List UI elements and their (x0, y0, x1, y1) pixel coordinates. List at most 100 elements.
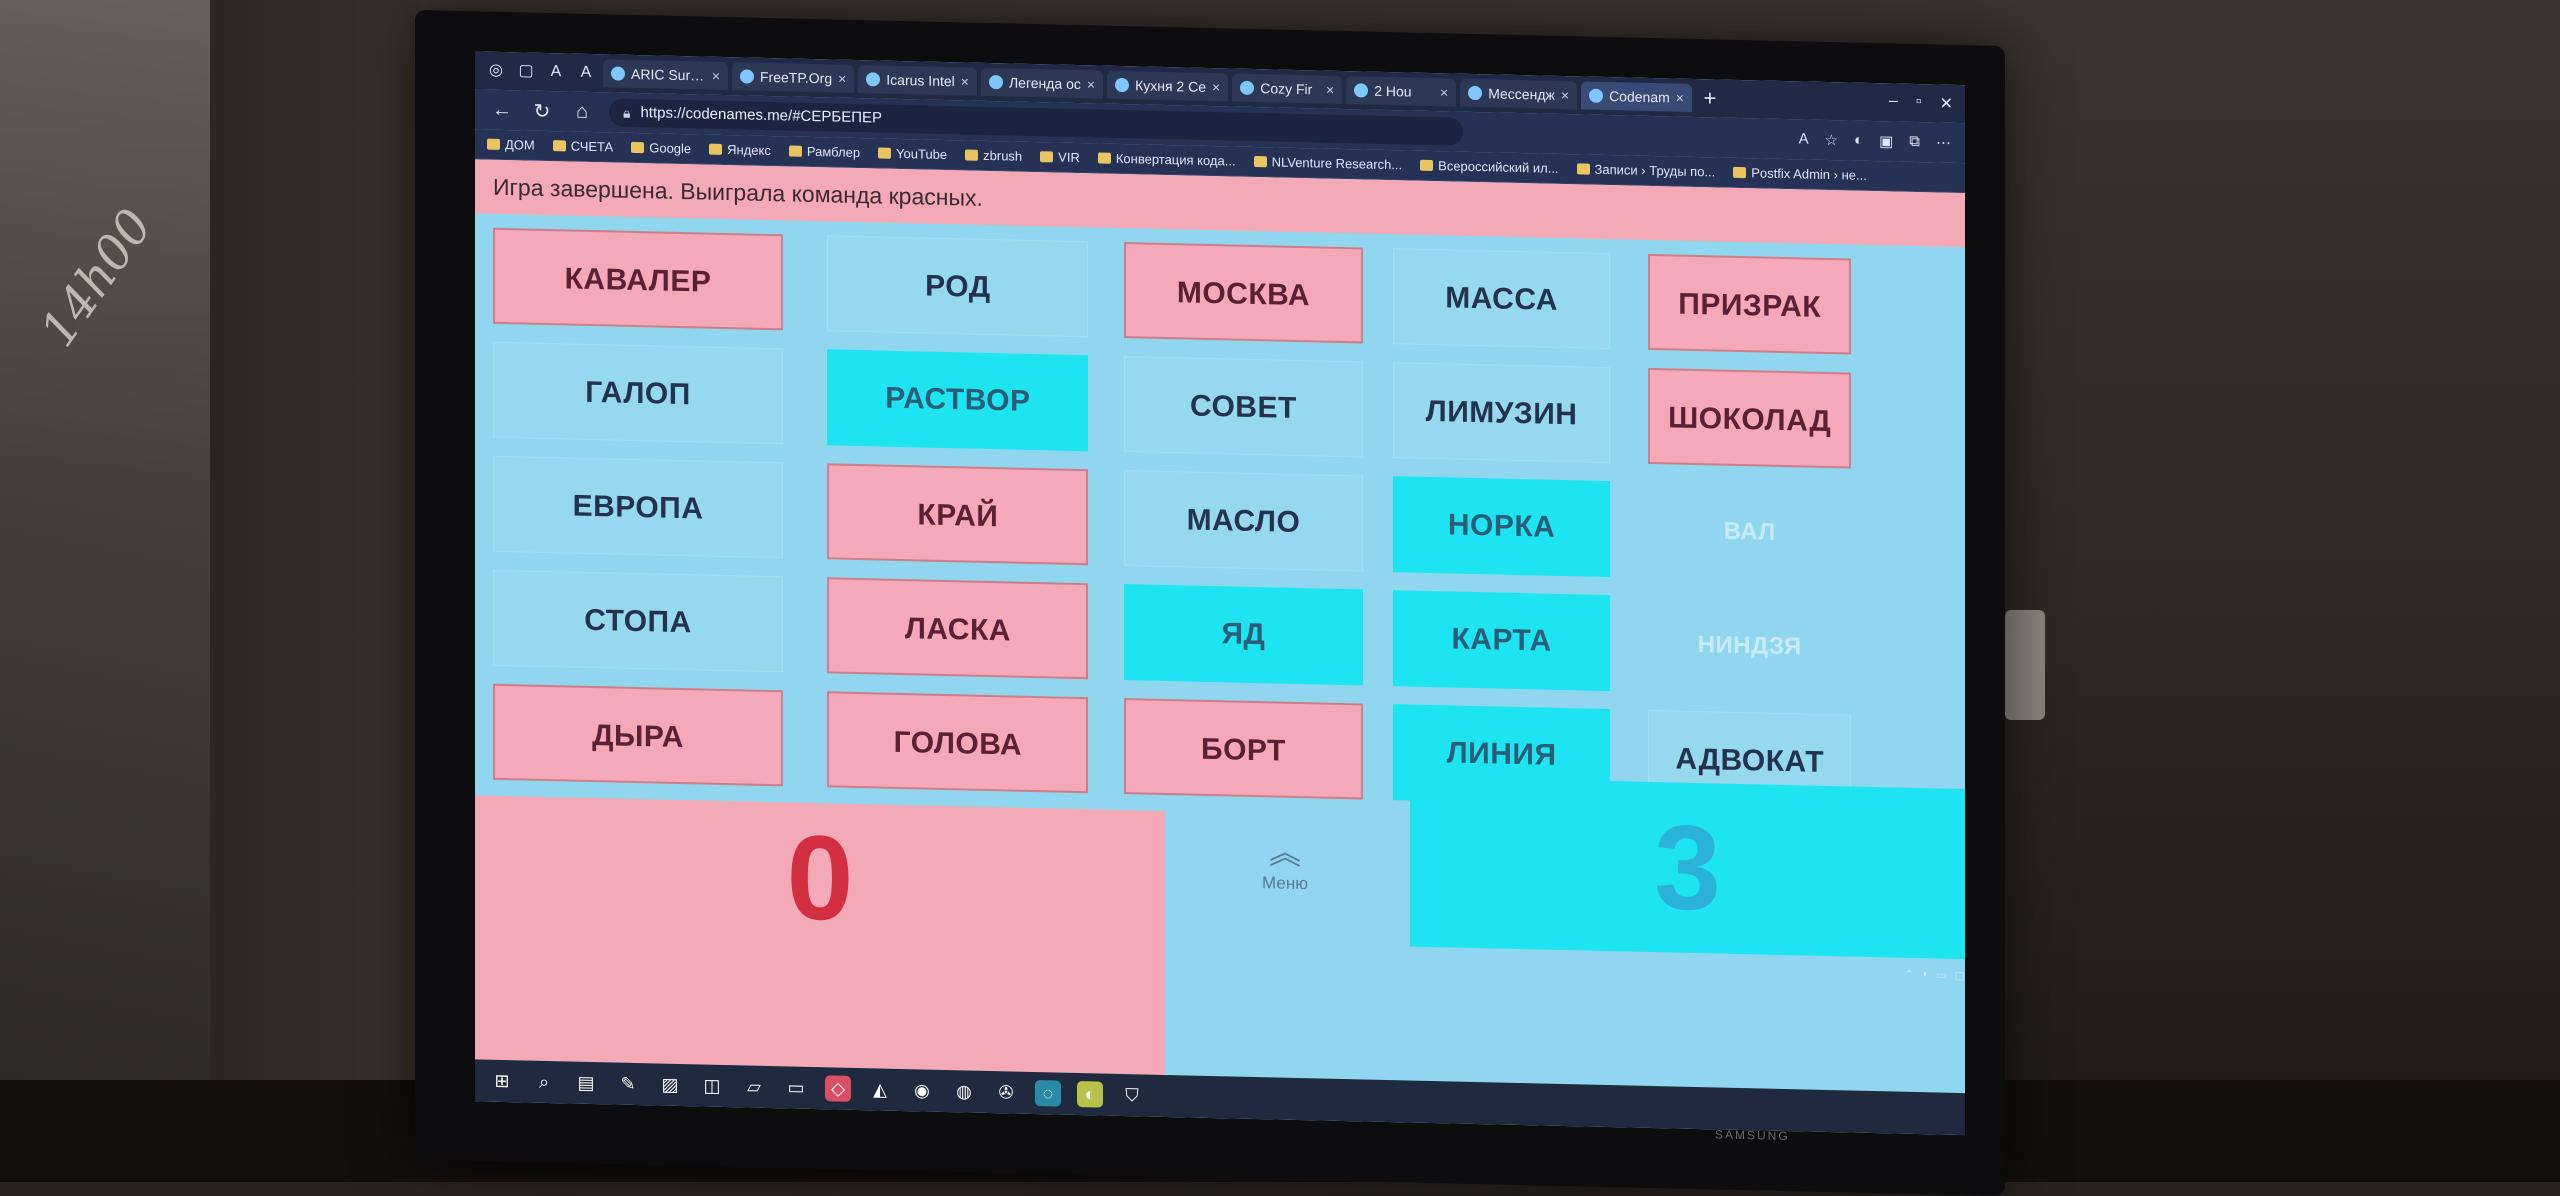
bookmark-item[interactable]: Всероссийский ил... (1420, 158, 1559, 176)
tab-close-icon[interactable]: × (838, 65, 846, 93)
app-icon-2[interactable]: ◫ (699, 1072, 725, 1099)
bookmark-item[interactable]: YouTube (878, 145, 947, 162)
tab-close-icon[interactable]: × (1326, 76, 1334, 104)
word-card[interactable]: ШОКОЛАД (1648, 367, 1852, 469)
browser-tab[interactable]: ARIC Surviv × (603, 59, 728, 91)
new-tab-button[interactable]: + (1696, 85, 1724, 112)
bookmark-item[interactable]: Рамблер (788, 143, 860, 160)
bookmark-folder-icon (552, 140, 566, 152)
browser-tab[interactable]: Icarus Intel × (858, 65, 977, 96)
word-card[interactable]: ГОЛОВА (827, 691, 1089, 794)
word-card[interactable]: БОРТ (1123, 698, 1364, 800)
browser-taskbar-icon[interactable]: ◉ (909, 1077, 935, 1104)
word-card[interactable]: ЕВРОПА (493, 455, 783, 559)
bookmark-item[interactable]: zbrush (965, 147, 1022, 164)
extension-icon[interactable]: ◐ (1854, 132, 1863, 150)
bookmark-item[interactable]: Яндекс (709, 142, 771, 158)
word-card[interactable]: КАВАЛЕР (493, 227, 783, 331)
tray-arrow-icon[interactable]: ⌃ (1904, 967, 1913, 980)
word-card[interactable]: МАССА (1392, 248, 1611, 350)
bookmark-item[interactable]: VIR (1040, 149, 1080, 165)
app-icon-4[interactable]: ◍ (951, 1078, 977, 1105)
bookmark-item[interactable]: NLVenture Research... (1253, 154, 1402, 172)
calendar-app-icon[interactable]: ▤ (573, 1070, 599, 1097)
reader-icon-2[interactable]: A (573, 62, 599, 85)
notification-icon[interactable]: ▢ (1955, 968, 1965, 981)
browser-tab[interactable]: 2 Hou × (1346, 76, 1457, 107)
file-explorer-icon[interactable]: ▭ (783, 1074, 809, 1101)
word-card[interactable]: ГАЛОП (493, 341, 783, 445)
word-card[interactable]: КРАЙ (827, 463, 1089, 566)
tab-favicon-icon (1354, 83, 1369, 98)
browser-tab[interactable]: Кухня 2 Се × (1107, 70, 1229, 102)
app-icon-3[interactable]: ◭ (867, 1076, 893, 1103)
tab-close-icon[interactable]: × (1212, 73, 1220, 101)
tab-close-icon[interactable]: × (1440, 78, 1448, 106)
start-icon[interactable]: ⊞ (489, 1068, 515, 1095)
bookmark-item[interactable]: Postfix Admin › не... (1733, 165, 1867, 183)
tab-close-icon[interactable]: × (961, 67, 969, 95)
back-icon[interactable]: ← (489, 98, 515, 122)
tab-close-icon[interactable]: × (712, 62, 720, 90)
word-card[interactable]: СТОПА (493, 569, 783, 673)
shield-icon[interactable]: ⛉ (1119, 1082, 1145, 1109)
word-card[interactable]: РОД (827, 235, 1089, 338)
browser-tab[interactable]: FreeTP.Org × (732, 62, 855, 93)
word-card[interactable]: НОРКА (1392, 476, 1611, 578)
word-card[interactable]: ПРИЗРАК (1648, 253, 1852, 355)
word-card[interactable]: ВАЛ (1648, 482, 1851, 583)
tab-favicon-icon (611, 66, 625, 81)
collections-icon[interactable]: ⧉ (1909, 133, 1920, 151)
tab-close-icon[interactable]: × (1676, 84, 1684, 112)
close-window-icon[interactable]: ✕ (1940, 94, 1953, 114)
word-card[interactable]: РАСТВОР (827, 349, 1089, 452)
browser-tab[interactable]: Codenam × (1581, 81, 1692, 112)
word-card[interactable]: ЛИМУЗИН (1392, 362, 1611, 464)
extension-icon-2[interactable]: ▣ (1879, 132, 1893, 150)
settings-more-icon[interactable]: ⋯ (1936, 133, 1951, 151)
steam-icon[interactable]: ✇ (993, 1079, 1019, 1106)
bookmark-item[interactable]: Конвертация кода... (1097, 150, 1236, 169)
bookmark-label: YouTube (896, 145, 948, 163)
browser-tab[interactable]: Легенда ос × (980, 67, 1104, 99)
tab-close-icon[interactable]: × (1561, 81, 1569, 109)
minimize-icon[interactable]: – (1889, 92, 1898, 112)
photos-icon[interactable]: ▨ (657, 1071, 683, 1098)
code-app-icon[interactable]: ◇ (825, 1075, 851, 1102)
app-icon-1[interactable]: ✎ (615, 1070, 641, 1097)
browser-tab[interactable]: Cozy Fir × (1232, 73, 1343, 105)
app-icon-5[interactable]: ◐ (1077, 1080, 1103, 1108)
edge-icon[interactable]: ◌ (1035, 1080, 1061, 1107)
bookmark-folder-icon (709, 143, 723, 155)
read-aloud-icon[interactable]: A (1799, 130, 1809, 148)
word-card[interactable]: НИНДЗЯ (1648, 596, 1851, 697)
bookmark-label: ДОМ (505, 137, 535, 153)
bookmark-item[interactable]: Записи › Труды по... (1576, 161, 1715, 179)
browser-app-icon[interactable]: ◎ (483, 60, 509, 83)
word-card[interactable]: ДЫРА (493, 683, 783, 787)
search-icon[interactable]: ⌕ (531, 1069, 557, 1096)
tab-close-icon[interactable]: × (1087, 70, 1095, 98)
tray-sound-icon[interactable]: ◖ (1922, 968, 1929, 980)
tray-network-icon[interactable]: ▭ (1936, 968, 1946, 981)
tab-actions-icon[interactable]: ▢ (513, 60, 539, 83)
bookmark-item[interactable]: ДОМ (487, 137, 535, 153)
favorite-star-icon[interactable]: ☆ (1825, 131, 1838, 149)
word-card[interactable]: ЯД (1123, 584, 1364, 686)
menu-button[interactable]: ︽ Меню (1165, 810, 1405, 947)
word-card[interactable]: МАСЛО (1123, 470, 1364, 572)
reader-icon[interactable]: A (543, 61, 569, 84)
bookmark-item[interactable]: СЧЕТА (552, 138, 613, 154)
word-card[interactable]: МОСКВА (1123, 242, 1364, 344)
browser-tab[interactable]: Мессендж × (1460, 78, 1578, 110)
reload-icon[interactable]: ↻ (529, 98, 555, 124)
word-card[interactable]: КАРТА (1392, 590, 1611, 692)
maximize-icon[interactable]: ▫ (1916, 93, 1922, 113)
bookmark-item[interactable]: Google (631, 140, 691, 156)
lock-icon: 🔒︎ (623, 104, 631, 121)
notes-icon[interactable]: ▱ (741, 1073, 767, 1100)
word-card[interactable]: ЛАСКА (827, 577, 1089, 680)
tab-favicon-icon (988, 74, 1003, 90)
word-card[interactable]: СОВЕТ (1123, 356, 1364, 458)
home-icon[interactable]: ⌂ (569, 100, 595, 124)
